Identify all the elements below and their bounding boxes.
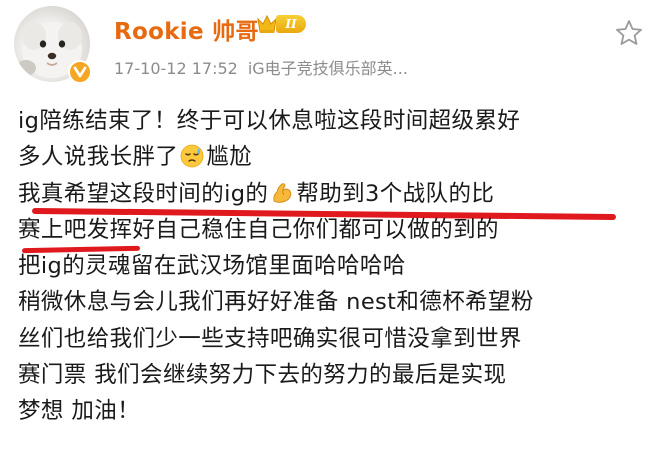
- content-line: 稍微休息与会儿我们再好好准备 nest和德杯希望粉: [18, 285, 654, 321]
- verified-v-icon: [68, 60, 92, 84]
- favorite-star-icon[interactable]: [614, 18, 644, 48]
- content-line: 把ig的灵魂留在武汉场馆里面哈哈哈哈: [18, 249, 654, 285]
- content-text: 把ig的灵魂留在武汉场馆里面哈哈哈哈: [18, 253, 406, 280]
- sweat-face-icon: [180, 144, 204, 168]
- content-line: 多人说我长胖了 尴尬: [18, 140, 654, 176]
- content-line: 我真希望这段时间的ig的 帮助到3个战队的比: [18, 177, 654, 220]
- content-text: 多人说我长胖了: [18, 144, 179, 171]
- content-line: 赛门票 我们会继续努力下去的努力的最后是实现: [18, 358, 654, 394]
- content-line: ig陪练结束了！终于可以休息啦这段时间超级累好: [18, 104, 654, 140]
- flexed-biceps-icon: [273, 182, 292, 203]
- content-text: 我真希望这段时间的ig的: [18, 180, 269, 207]
- post-source[interactable]: iG电子竞技俱乐部英...: [248, 59, 408, 78]
- content-text: 丝们也给我们少一些支持吧确实很可惜没拿到世界: [18, 325, 522, 352]
- content-line: 赛上吧发挥好自己稳住自己你们都可以做的到的: [18, 213, 654, 254]
- content-text: 帮助到3个战队的比: [296, 180, 495, 207]
- content-line: 梦想 加油！: [18, 394, 654, 430]
- level-badge[interactable]: II: [256, 12, 306, 36]
- content-text: 稍微休息与会儿我们再好好准备 nest和德杯希望粉: [18, 289, 534, 316]
- content-text: 赛上吧发挥好自己稳住自己你们都可以做的到的: [18, 216, 499, 243]
- crown-icon: [257, 14, 277, 33]
- content-text: 赛门票 我们会继续努力下去的努力的最后是实现: [18, 362, 507, 389]
- content-text: ig陪练结束了！终于可以休息啦这段时间超级累好: [18, 108, 521, 134]
- avatar-container[interactable]: [14, 6, 96, 88]
- post-meta: 17-10-12 17:52 iG电子竞技俱乐部英...: [114, 55, 408, 79]
- post-content: ig陪练结束了！终于可以休息啦这段时间超级累好 多人说我长胖了 尴尬 我真希望这…: [18, 104, 654, 431]
- weibo-post: Rookie 帅哥 II 17-10-12 17:52 iG电子竞技俱乐部英...…: [0, 0, 660, 466]
- post-timestamp[interactable]: 17-10-12 17:52: [114, 59, 238, 78]
- content-text: 梦想 加油！: [18, 398, 141, 425]
- level-label: II: [276, 15, 306, 33]
- content-text: 尴尬: [206, 144, 253, 171]
- author-name[interactable]: Rookie 帅哥: [114, 12, 259, 46]
- content-line: 丝们也给我们少一些支持吧确实很可惜没拿到世界: [18, 322, 654, 358]
